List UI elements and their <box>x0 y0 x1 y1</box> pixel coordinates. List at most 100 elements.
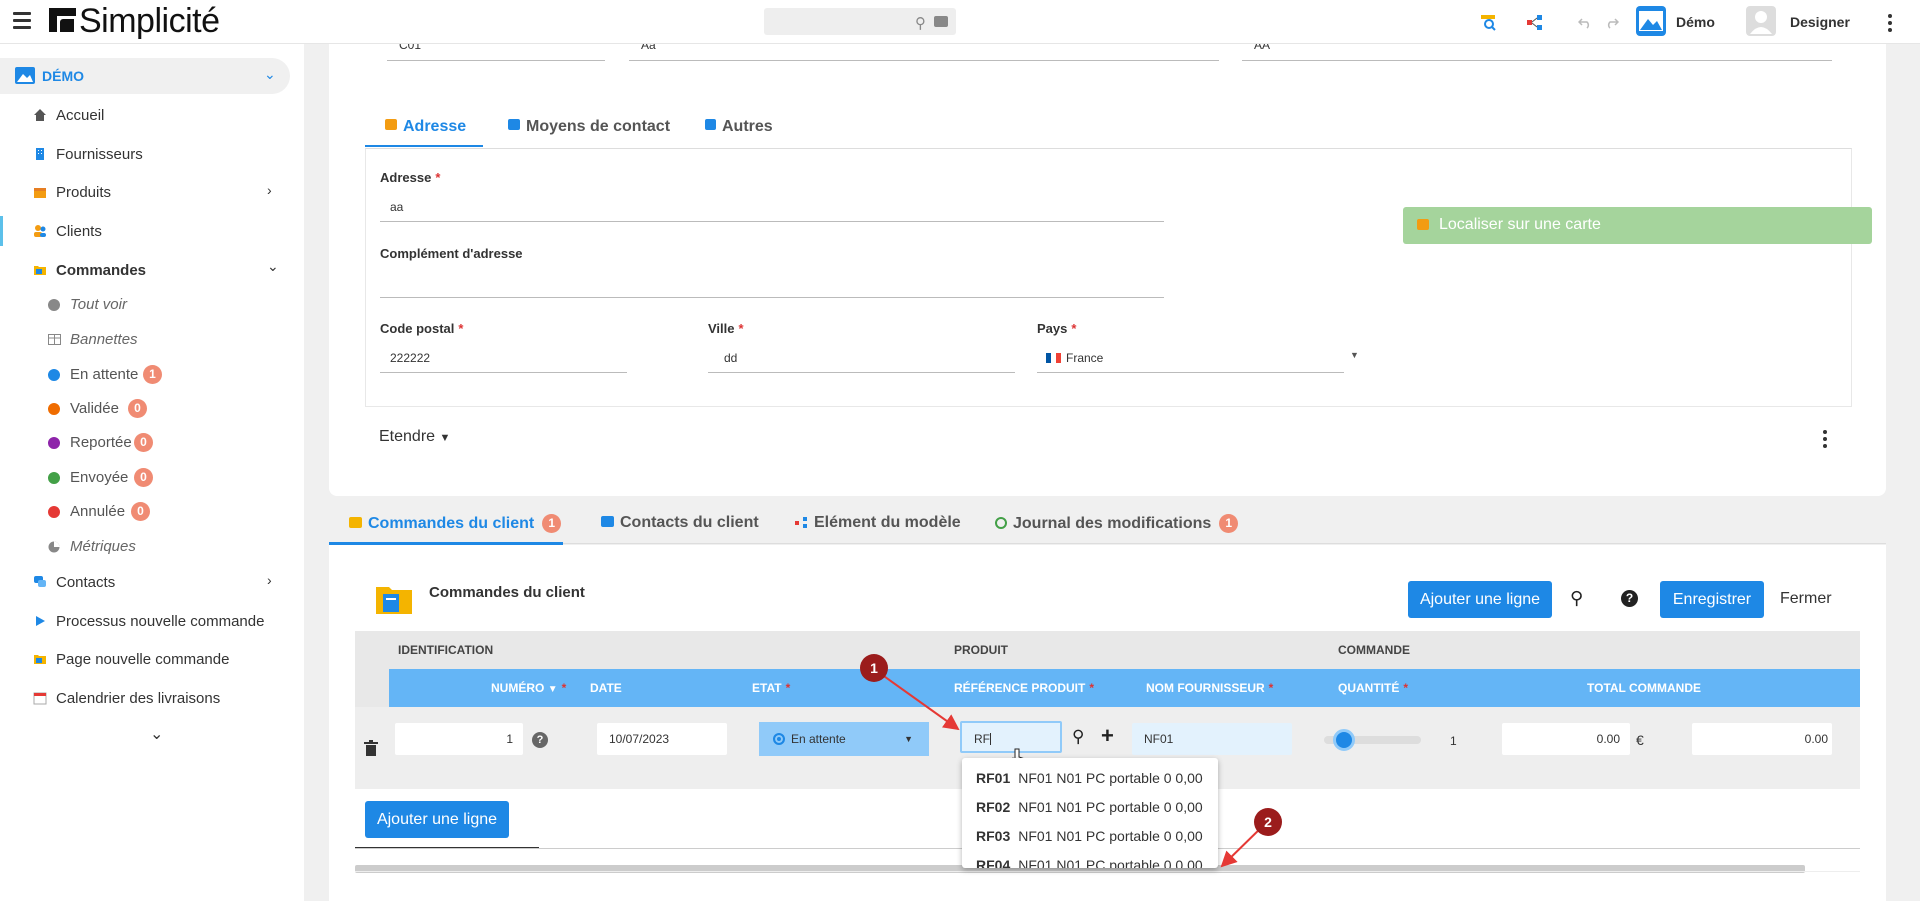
tab-journal[interactable]: Journal des modifications 1 <box>995 514 1239 533</box>
numero-input[interactable]: 1 <box>395 723 523 755</box>
ville-value[interactable]: dd <box>724 351 737 365</box>
etendre-toggle[interactable]: Etendre ▼ <box>379 428 450 446</box>
fournisseur-input[interactable]: NF01 <box>1132 723 1292 755</box>
sidebar-subitem-validee[interactable]: Validée 0 <box>0 394 290 422</box>
sidebar-subitem-annulee[interactable]: Annulée 0 <box>0 497 290 525</box>
close-button[interactable]: Fermer <box>1780 590 1832 608</box>
tab-moyens-contact[interactable]: Moyens de contact <box>508 118 670 136</box>
search-icon[interactable]: ⚲ <box>1072 727 1084 747</box>
redo-icon[interactable] <box>1605 12 1619 32</box>
date-input[interactable]: 10/07/2023 <box>597 723 727 755</box>
suggestion-code: RF04 <box>976 857 1011 868</box>
address-icon <box>385 119 397 130</box>
suggestion-item[interactable]: RF04 NF01 N01 PC portable 0 0,00 <box>976 857 1203 868</box>
code-postal-value[interactable]: 222222 <box>390 351 430 365</box>
sidebar-subitem-metriques[interactable]: Métriques <box>0 532 290 560</box>
add-icon[interactable]: + <box>1101 723 1114 749</box>
col-total[interactable]: TOTAL COMMANDE <box>1587 681 1701 695</box>
chevron-right-icon[interactable]: › <box>267 572 272 588</box>
suggestion-item[interactable]: RF03 NF01 N01 PC portable 0 0,00 <box>976 828 1203 844</box>
sidebar-item-accueil[interactable]: Accueil <box>0 100 290 130</box>
tab-commandes-client[interactable]: Commandes du client 1 <box>349 514 562 533</box>
user-avatar[interactable] <box>1746 6 1776 36</box>
user-label[interactable]: Designer <box>1790 14 1850 30</box>
menu-icon[interactable] <box>13 12 31 30</box>
adresse-label-text: Adresse <box>380 170 432 185</box>
col-quantite[interactable]: QUANTITÉ * <box>1338 681 1408 695</box>
sidebar-item-fournisseurs[interactable]: Fournisseurs <box>0 139 290 169</box>
building-icon <box>36 148 44 160</box>
caret-down-icon[interactable]: ▼ <box>1350 350 1359 360</box>
chevron-right-icon[interactable]: › <box>267 182 272 198</box>
sidebar-item-clients[interactable]: Clients <box>0 216 290 246</box>
extra-input[interactable]: 0.00 <box>1692 723 1832 755</box>
col-numero[interactable]: NUMÉRO ▼ * <box>491 681 566 695</box>
status-dot-icon <box>48 472 60 484</box>
required-marker: * <box>435 170 441 185</box>
sidebar-item-contacts[interactable]: Contacts › <box>0 567 290 597</box>
sidebar-item-label: Clients <box>56 223 102 240</box>
slider-thumb[interactable] <box>1333 729 1355 751</box>
form-more-icon[interactable] <box>1823 430 1827 451</box>
add-line-button[interactable]: Ajouter une ligne <box>1408 581 1552 618</box>
search-input[interactable]: ⚲ <box>764 8 956 35</box>
tab-contacts-client[interactable]: Contacts du client <box>601 514 759 532</box>
text-cursor <box>990 733 991 745</box>
sidebar-item-processus[interactable]: Processus nouvelle commande <box>0 606 290 636</box>
more-menu-icon[interactable] <box>1888 14 1892 35</box>
app-logo[interactable]: Simplicité <box>49 2 220 40</box>
required-marker: * <box>1268 681 1274 695</box>
required-marker: * <box>561 681 567 695</box>
pays-value[interactable]: France <box>1066 351 1103 365</box>
status-dot-icon <box>48 437 60 449</box>
scope-label[interactable]: Démo <box>1676 14 1715 30</box>
sidebar-item-commandes[interactable]: Commandes ⌄ <box>0 255 290 285</box>
sidebar-item-page-commande[interactable]: Page nouvelle commande <box>0 644 290 674</box>
col-date[interactable]: DATE <box>590 681 622 695</box>
suggestion-item[interactable]: RF02 NF01 N01 PC portable 0 0,00 <box>976 799 1203 815</box>
pie-chart-icon <box>48 541 60 553</box>
card-icon[interactable] <box>934 16 948 27</box>
total-input[interactable]: 0.00 <box>1502 723 1630 755</box>
chevron-down-icon[interactable]: ⌄ <box>150 724 163 744</box>
help-icon[interactable]: ? <box>1621 590 1638 607</box>
localiser-button[interactable]: Localiser sur une carte <box>1403 207 1872 244</box>
col-etat[interactable]: ETAT * <box>752 681 790 695</box>
scope-avatar[interactable] <box>1636 6 1666 36</box>
sidebar-item-label: Commandes <box>56 262 147 279</box>
suggestion-desc: NF01 N01 PC portable 0 0,00 <box>1018 799 1203 815</box>
adresse-value[interactable]: aa <box>390 200 403 214</box>
search-flag-icon[interactable] <box>1478 12 1498 32</box>
sidebar-item-produits[interactable]: Produits › <box>0 177 290 207</box>
play-icon <box>36 616 45 626</box>
box-icon <box>34 188 46 198</box>
scope-selector[interactable]: DÉMO ⌄ <box>0 58 290 94</box>
tab-autres[interactable]: Autres <box>705 118 773 136</box>
chevron-down-icon[interactable]: ⌄ <box>267 258 279 275</box>
sidebar-subitem-envoyee[interactable]: Envoyée 0 <box>0 463 290 491</box>
panel-title: Commandes du client <box>429 584 585 601</box>
sidebar-subitem-reportee[interactable]: Reportée 0 <box>0 428 290 456</box>
search-icon[interactable]: ⚲ <box>915 14 926 32</box>
undo-icon[interactable] <box>1578 12 1592 32</box>
quantite-slider[interactable] <box>1324 729 1421 751</box>
sidebar-item-calendrier[interactable]: Calendrier des livraisons <box>0 683 290 713</box>
col-label: NUMÉRO <box>491 681 545 695</box>
tab-label: Elément du modèle <box>814 514 961 531</box>
col-reference[interactable]: RÉFÉRENCE PRODUIT * <box>954 681 1094 695</box>
tab-element-modele[interactable]: Elément du modèle <box>795 514 961 532</box>
col-fournisseur[interactable]: NOM FOURNISSEUR * <box>1146 681 1273 695</box>
help-icon[interactable]: ? <box>532 732 548 748</box>
suggestion-item[interactable]: RF01 NF01 N01 PC portable 0 0,00 <box>976 770 1203 786</box>
etat-select[interactable]: En attente ▼ <box>759 722 929 756</box>
sidebar-subitem-bannettes[interactable]: Bannettes <box>0 325 290 353</box>
sidebar-subitem-en-attente[interactable]: En attente 1 <box>0 360 290 388</box>
chevron-down-icon[interactable]: ⌄ <box>264 66 276 83</box>
search-icon[interactable]: ⚲ <box>1570 588 1583 609</box>
tab-adresse[interactable]: Adresse <box>385 118 466 136</box>
model-icon[interactable] <box>1525 12 1545 32</box>
trash-icon[interactable] <box>364 740 378 756</box>
sidebar-subitem-tout-voir[interactable]: Tout voir <box>0 290 290 318</box>
add-line-bottom-button[interactable]: Ajouter une ligne <box>365 801 509 838</box>
save-button[interactable]: Enregistrer <box>1660 581 1764 618</box>
